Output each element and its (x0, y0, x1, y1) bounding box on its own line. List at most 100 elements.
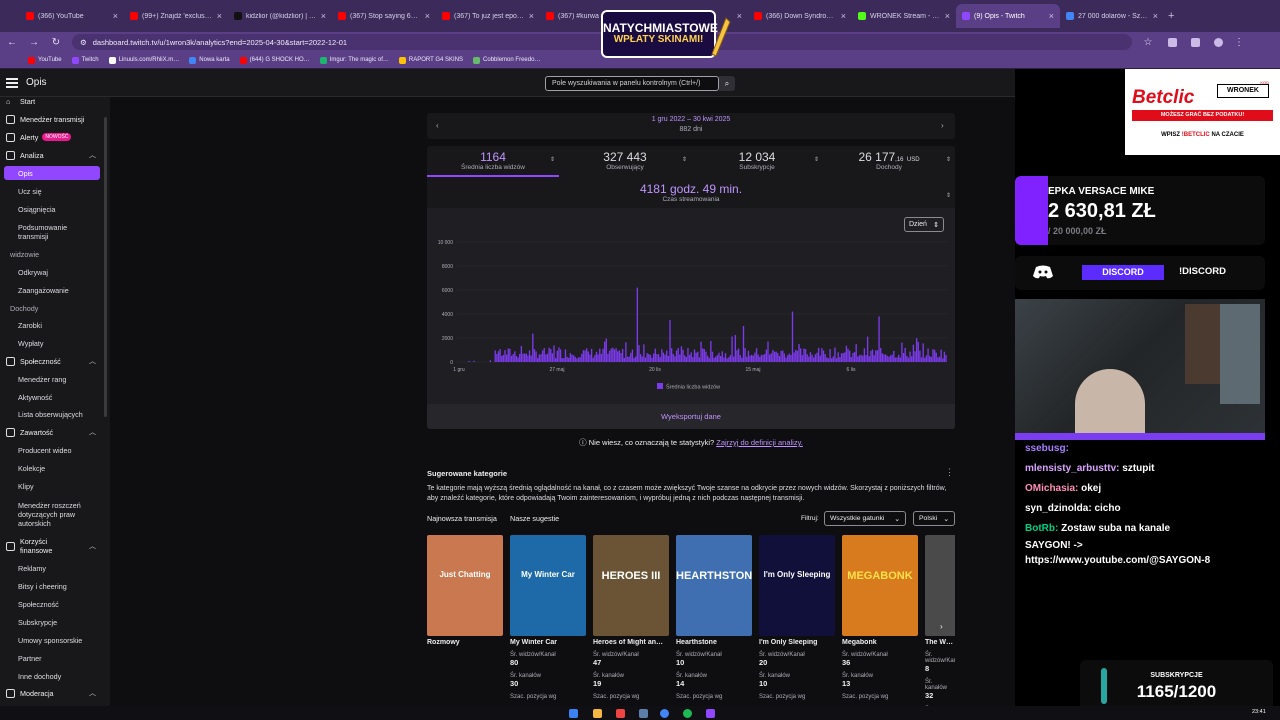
browser-tab[interactable]: WRONEK Stream - Watch… × (852, 4, 956, 28)
browser-tab[interactable]: 27 000 dolarów - Szukaj g… × (1060, 4, 1164, 28)
browser-tab[interactable]: kidzlior (@kidzlior) | TikTo… × (228, 4, 332, 28)
close-icon[interactable]: × (1049, 11, 1054, 21)
sidebar-item-moderation[interactable]: Moderacja ︿ (0, 686, 110, 700)
browser-tab[interactable]: (366) Down Syndrome mu… × (748, 4, 852, 28)
sidebar-item-content[interactable]: Zawartość ︿ (0, 425, 110, 439)
close-icon[interactable]: × (945, 11, 950, 21)
chevron-right-icon[interactable]: › (940, 622, 943, 631)
close-icon[interactable]: × (113, 11, 118, 21)
sidebar-item-partner[interactable]: Partner (0, 651, 110, 665)
close-icon[interactable]: × (321, 11, 326, 21)
sidebar-item-followers-list[interactable]: Lista obserwujących (0, 407, 110, 421)
sidebar-item-sponsorship[interactable]: Umowy sponsorskie (0, 633, 110, 647)
browser-tab[interactable]: (367) To już jest epoka lod… × (436, 4, 540, 28)
new-tab-icon[interactable]: + (1168, 10, 1174, 22)
search-icon[interactable]: ⌕ (719, 76, 735, 91)
browser-tab[interactable]: (367) Stop saying 67 It is… × (332, 4, 436, 28)
sidebar-item-subscriptions[interactable]: Subskrypcje (0, 615, 110, 629)
sidebar-item-overview[interactable]: Opis (4, 166, 100, 180)
spotify-icon[interactable] (683, 709, 692, 718)
sidebar-item-bits[interactable]: Bitsy i cheering (0, 579, 110, 593)
chrome-icon[interactable] (660, 709, 669, 718)
extension-icon[interactable] (1191, 37, 1200, 47)
close-icon[interactable]: × (217, 11, 222, 21)
site-info-icon[interactable]: ⚙ (80, 38, 87, 47)
sidebar-item-learn[interactable]: Ucz się (0, 184, 110, 198)
browser-menu-icon[interactable]: ⋮ (1233, 37, 1245, 48)
sidebar-item-discovery[interactable]: Odkrywaj (0, 265, 110, 279)
bookmark-item[interactable]: Imgur: The magic of… (319, 56, 389, 64)
bookmark-item[interactable]: (644) G SHOCK HO… (239, 56, 310, 64)
browser-tab[interactable]: (9) Opis - Twitch × (956, 4, 1060, 28)
category-card[interactable]: MEGABONK Megabonk Śr. widzów/Kanał 36 Śr. ka… (842, 535, 918, 720)
analytics-definitions-link[interactable]: Zajrzyj do definicji analizy. (716, 438, 803, 447)
back-icon[interactable]: ← (6, 37, 18, 48)
sidebar-item-analytics[interactable]: Analiza ︿ (0, 148, 110, 162)
sidebar-item-stream-summary[interactable]: Podsumowanie transmisji (0, 221, 110, 243)
date-range-selector[interactable]: ‹ 1 gru 2022 – 30 kwi 2025 882 dni › (427, 113, 955, 139)
chart-bar (795, 349, 797, 362)
close-icon[interactable]: × (737, 11, 742, 21)
sidebar-item-achievements[interactable]: Osiągnięcia (0, 202, 110, 216)
bookmark-star-icon[interactable]: ☆ (1142, 37, 1154, 48)
sidebar-item-payouts[interactable]: Wypłaty (0, 336, 110, 350)
sidebar-item-financial-benefits[interactable]: Korzyści finansowe ︿ (0, 535, 110, 557)
dashboard-search-input[interactable]: Pole wyszukiwania w panelu kontrolnym (C… (545, 76, 719, 91)
sidebar-item-community2[interactable]: Społeczność (0, 597, 110, 611)
forward-icon[interactable]: → (28, 37, 40, 48)
close-icon[interactable]: × (841, 11, 846, 21)
menu-icon[interactable] (6, 78, 18, 88)
language-filter-select[interactable]: Polski ⌄ (913, 511, 955, 526)
extension-icon[interactable] (1168, 37, 1177, 47)
close-icon[interactable]: × (1153, 11, 1158, 21)
kpi-avg-viewers[interactable]: 1164 Średnia liczba widzów ⇕ (427, 146, 559, 177)
kpi-subscriptions[interactable]: 12 034 Subskrypcje ⇕ (691, 146, 823, 177)
sidebar-scrollbar[interactable] (104, 97, 109, 717)
bookmark-item[interactable]: YouTube (28, 56, 62, 64)
sidebar-item-roles-manager[interactable]: Menedżer rang (0, 372, 110, 386)
chevron-right-icon[interactable]: › (941, 121, 944, 130)
genre-filter-select[interactable]: Wszystkie gatunki ⌄ (824, 511, 906, 526)
sidebar-item-collections[interactable]: Kolekcje (0, 461, 110, 475)
sidebar-item-copyright-manager[interactable]: Menedżer roszczeń dotyczących praw autor… (0, 497, 110, 531)
sidebar-item-clips[interactable]: Klipy (0, 479, 110, 493)
close-icon[interactable]: × (425, 11, 430, 21)
category-card[interactable]: I'm Only Sleeping I'm Only Sleeping Śr. wi… (759, 535, 835, 720)
sidebar-item-ads[interactable]: Reklamy (0, 561, 110, 575)
category-card[interactable]: My Winter Car My Winter Car Śr. widzów/Kan… (510, 535, 586, 720)
close-icon[interactable]: × (529, 11, 534, 21)
kpi-stream-time[interactable]: 4181 godz. 49 min. Czas streamowania ⇕ (427, 182, 955, 203)
category-card[interactable]: Just Chatting Rozmowy (427, 535, 503, 720)
app-icon[interactable] (616, 709, 625, 718)
folder-icon[interactable] (593, 709, 602, 718)
export-data-button[interactable]: Wyeksportuj dane (427, 404, 955, 429)
kpi-followers[interactable]: 327 443 Obserwujący ⇕ (559, 146, 691, 177)
bookmark-item[interactable]: RAPORT G4 SKINS (398, 56, 463, 64)
sidebar-item-earnings[interactable]: Zarobki (0, 318, 110, 332)
sidebar-item-stream-manager[interactable]: Menedżer transmisji (0, 112, 110, 126)
reload-icon[interactable]: ↻ (50, 37, 62, 48)
category-card[interactable]: HEARTHSTONE Hearthstone Śr. widzów/Kanał 10… (676, 535, 752, 720)
bookmark-item[interactable]: Linuuls.com/RhliX.m… (108, 56, 179, 64)
sidebar-item-alerts[interactable]: Alerty NOWOŚĆ (0, 130, 110, 144)
start-icon[interactable] (569, 709, 578, 718)
sidebar-item-other-revenue[interactable]: Inne dochody (0, 669, 110, 683)
profile-avatar[interactable] (1214, 37, 1223, 47)
sidebar-item-video-producer[interactable]: Producent wideo (0, 443, 110, 457)
twitch-icon[interactable] (706, 709, 715, 718)
browser-tab[interactable]: (99+) Znajdź 'exclusiveltin… × (124, 4, 228, 28)
bookmark-item[interactable]: Nowa karta (189, 56, 230, 64)
bookmark-item[interactable]: Cobblemon Freedo… (473, 56, 540, 64)
sidebar-item-community[interactable]: Społeczność ︿ (0, 354, 110, 368)
tab-our-suggestions[interactable]: Nasze sugestie (510, 514, 559, 523)
sidebar-item-start[interactable]: ⌂ Start (0, 94, 110, 108)
tab-latest-stream[interactable]: Najnowsza transmisja (427, 514, 497, 523)
bookmark-item[interactable]: Twitch (71, 56, 99, 64)
sidebar-item-activity[interactable]: Aktywność (0, 390, 110, 404)
steam-icon[interactable] (639, 709, 648, 718)
kpi-revenue[interactable]: 26 177,16 USD Dochody ⇕ (823, 146, 955, 177)
more-options-icon[interactable]: ⋮ (945, 467, 954, 478)
sidebar-item-engagement[interactable]: Zaangażowanie (0, 283, 110, 297)
category-card[interactable]: HEROES III Heroes of Might an… Śr. widzów/… (593, 535, 669, 720)
browser-tab[interactable]: (366) YouTube × (20, 4, 124, 28)
